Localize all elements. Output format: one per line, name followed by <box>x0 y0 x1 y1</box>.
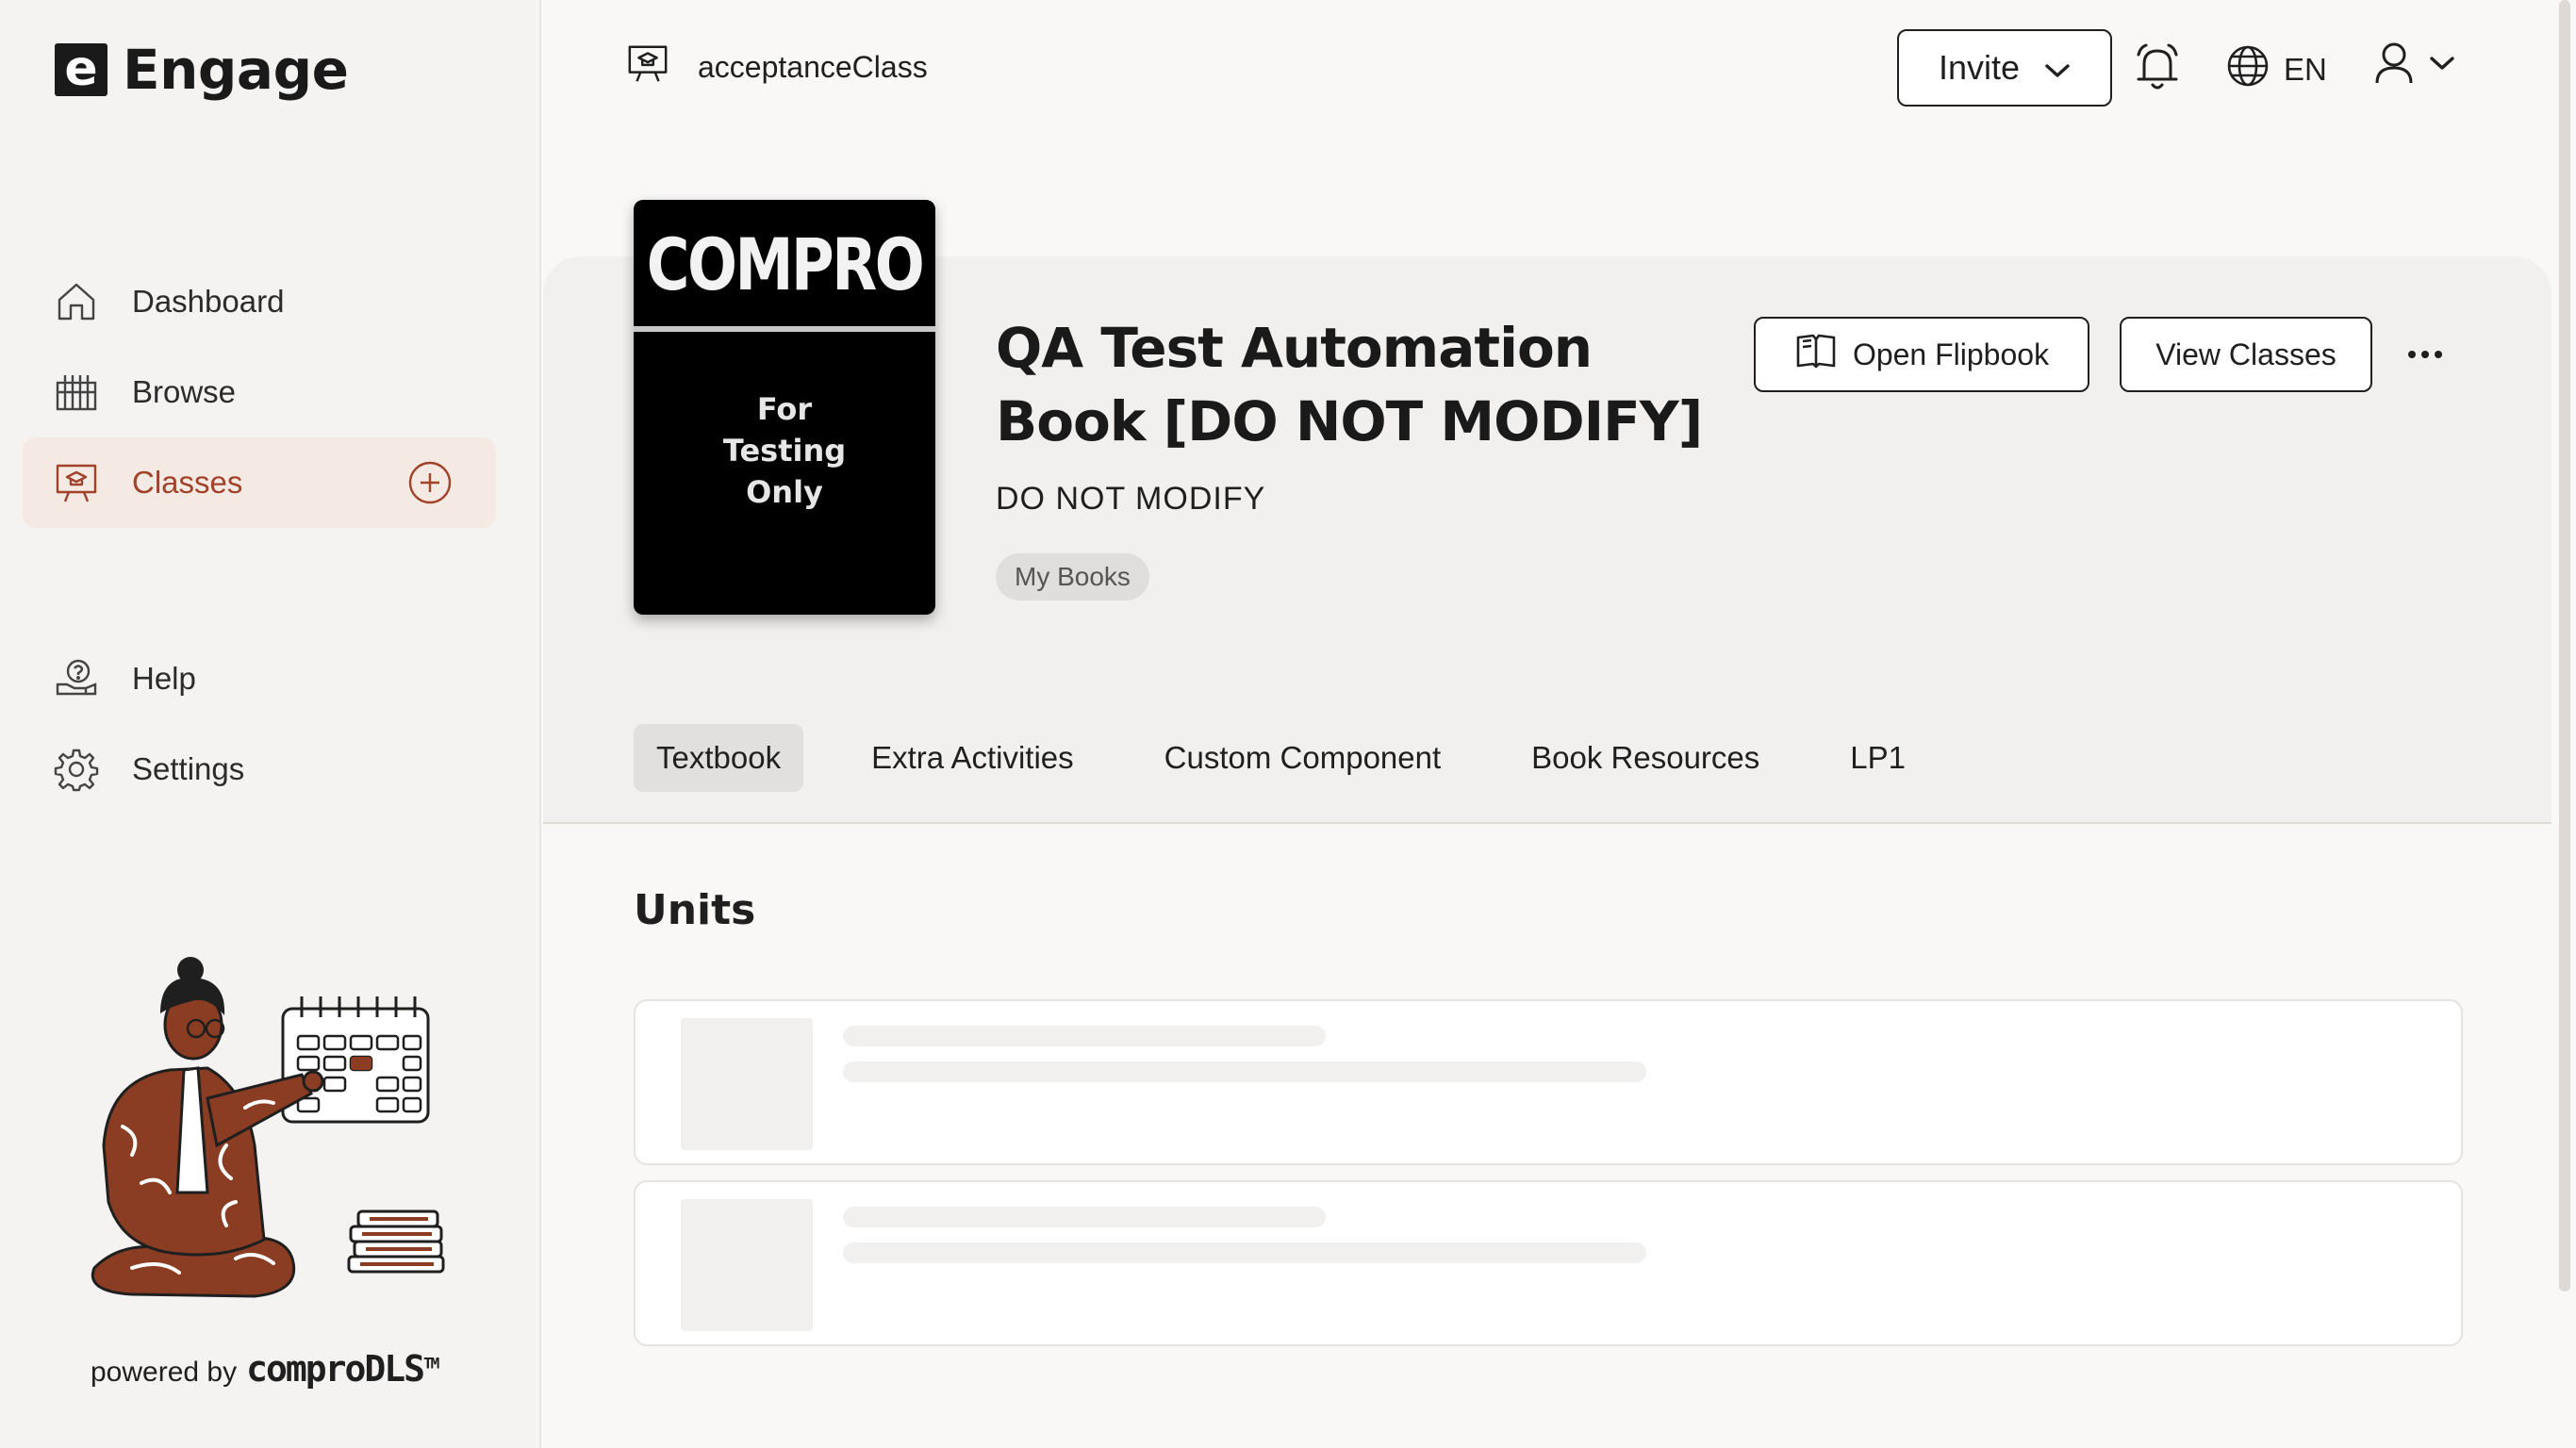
app-logo[interactable]: e Engage <box>55 38 349 102</box>
tab-custom-component[interactable]: Custom Component <box>1142 724 1463 792</box>
book-tabs: Textbook Extra Activities Custom Compone… <box>634 724 1973 792</box>
user-avatar-icon <box>2374 41 2414 90</box>
tab-book-resources[interactable]: Book Resources <box>1509 724 1782 792</box>
more-options-icon[interactable] <box>2406 343 2444 366</box>
sidebar-item-dashboard[interactable]: Dashboard <box>23 256 496 347</box>
invite-label: Invite <box>1938 48 2021 87</box>
skeleton-line <box>843 1242 1646 1263</box>
language-selector[interactable]: EN <box>2225 43 2327 96</box>
powered-brand: comproDLSTM <box>246 1348 439 1390</box>
books-icon <box>53 369 100 416</box>
app-name: Engage <box>123 38 349 102</box>
chevron-down-icon <box>2429 55 2455 76</box>
sidebar-item-label: Help <box>132 661 196 696</box>
gear-icon <box>53 746 100 793</box>
cover-divider <box>634 326 935 332</box>
sidebar-item-settings[interactable]: Settings <box>23 724 496 814</box>
skeleton-line <box>843 1207 1326 1227</box>
user-menu[interactable] <box>2374 41 2455 90</box>
my-books-tag: My Books <box>996 553 1149 601</box>
skeleton-line <box>843 1026 1326 1046</box>
book-title: QA Test Automation Book [DO NOT MODIFY] <box>996 316 1703 453</box>
tab-lp1[interactable]: LP1 <box>1827 724 1928 792</box>
top-bar: acceptanceClass Invite EN <box>541 0 2576 137</box>
sidebar-item-browse[interactable]: Browse <box>23 347 496 437</box>
view-classes-button[interactable]: View Classes <box>2120 317 2372 392</box>
logo-mark: e <box>55 43 107 96</box>
sidebar-item-label: Dashboard <box>132 284 285 319</box>
units-heading: Units <box>634 886 756 934</box>
language-code: EN <box>2284 52 2327 87</box>
open-flipbook-label: Open Flipbook <box>1852 337 2050 371</box>
globe-icon <box>2225 43 2271 96</box>
book-subtitle: DO NOT MODIFY <box>996 481 1266 517</box>
sidebar-item-label: Browse <box>132 374 237 409</box>
sidebar: e Engage Dashboard Browse Classes Help S… <box>0 0 541 1448</box>
help-icon <box>53 655 100 702</box>
cover-subtitle: For Testing Only <box>722 391 847 510</box>
skeleton-thumbnail <box>681 1018 813 1150</box>
teacher-illustration <box>66 957 462 1301</box>
open-flipbook-button[interactable]: Open Flipbook <box>1754 317 2089 392</box>
unit-card-skeleton <box>634 999 2463 1165</box>
tab-textbook[interactable]: Textbook <box>634 724 804 792</box>
book-cover: COMPRO For Testing Only <box>634 200 935 615</box>
skeleton-thumbnail <box>681 1199 813 1331</box>
classroom-icon <box>53 459 100 506</box>
skeleton-line <box>843 1061 1646 1082</box>
main-nav: Dashboard Browse Classes <box>23 256 496 528</box>
tab-extra-activities[interactable]: Extra Activities <box>849 724 1097 792</box>
powered-by: powered by comproDLSTM <box>91 1348 439 1390</box>
trademark: TM <box>423 1354 439 1373</box>
chevron-down-icon <box>2044 48 2071 88</box>
sidebar-item-label: Settings <box>132 751 245 786</box>
class-breadcrumb[interactable]: acceptanceClass <box>626 41 928 92</box>
classroom-icon <box>626 41 669 92</box>
secondary-nav: Help Settings <box>23 634 496 814</box>
sidebar-item-help[interactable]: Help <box>23 634 496 724</box>
open-book-icon <box>1794 332 1838 377</box>
notification-bell-icon[interactable] <box>2133 41 2182 94</box>
page-scrollbar[interactable] <box>2559 0 2570 1292</box>
cover-title: COMPRO <box>646 222 925 306</box>
class-name: acceptanceClass <box>698 49 928 84</box>
add-class-button[interactable] <box>407 460 453 505</box>
sidebar-item-label: Classes <box>132 465 243 500</box>
view-classes-label: View Classes <box>2155 337 2337 371</box>
invite-dropdown[interactable]: Invite <box>1897 29 2112 107</box>
unit-card-skeleton <box>634 1180 2463 1346</box>
powered-prefix: powered by <box>91 1357 238 1388</box>
home-icon <box>53 278 100 325</box>
sidebar-item-classes[interactable]: Classes <box>23 437 496 528</box>
